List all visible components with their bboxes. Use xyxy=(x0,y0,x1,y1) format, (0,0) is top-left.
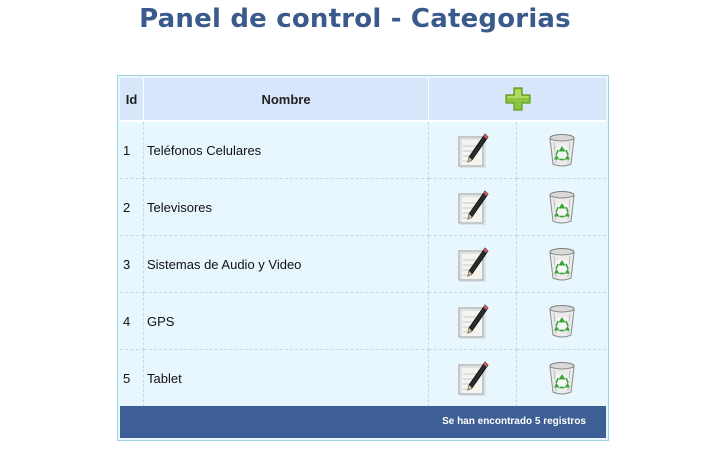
delete-button[interactable] xyxy=(545,303,579,339)
row-name: GPS xyxy=(144,293,429,350)
recycle-bin-icon xyxy=(548,191,575,224)
recycle-bin-icon xyxy=(548,248,575,281)
records-count-footer: Se han encontrado 5 registros xyxy=(120,406,606,438)
row-id: 3 xyxy=(120,236,144,293)
table-row: 4 GPS xyxy=(120,293,606,350)
edit-button[interactable] xyxy=(456,132,490,168)
categories-table: Id Nombre 1 Teléfonos Celulares 2 Televi… xyxy=(120,78,606,407)
recycle-bin-icon xyxy=(548,134,575,167)
edit-pencil-icon xyxy=(458,133,489,168)
row-id: 2 xyxy=(120,179,144,236)
edit-pencil-icon xyxy=(458,361,489,396)
row-id: 4 xyxy=(120,293,144,350)
table-header-row: Id Nombre xyxy=(120,78,606,122)
row-name: Sistemas de Audio y Video xyxy=(144,236,429,293)
add-category-button[interactable] xyxy=(504,87,531,111)
row-name: Televisores xyxy=(144,179,429,236)
recycle-bin-icon xyxy=(548,305,575,338)
row-id: 1 xyxy=(120,122,144,179)
recycle-bin-icon xyxy=(548,362,575,395)
table-row: 1 Teléfonos Celulares xyxy=(120,122,606,179)
delete-button[interactable] xyxy=(545,189,579,225)
edit-button[interactable] xyxy=(456,189,490,225)
edit-pencil-icon xyxy=(458,304,489,339)
row-name: Teléfonos Celulares xyxy=(144,122,429,179)
plus-icon xyxy=(504,87,531,111)
edit-button[interactable] xyxy=(456,303,490,339)
table-row: 5 Tablet xyxy=(120,350,606,407)
delete-button[interactable] xyxy=(545,360,579,396)
table-row: 2 Televisores xyxy=(120,179,606,236)
delete-button[interactable] xyxy=(545,132,579,168)
table-row: 3 Sistemas de Audio y Video xyxy=(120,236,606,293)
page-title: Panel de control - Categorias xyxy=(139,4,571,34)
row-id: 5 xyxy=(120,350,144,407)
column-header-id: Id xyxy=(120,78,144,122)
edit-pencil-icon xyxy=(458,247,489,282)
categories-table-container: Id Nombre 1 Teléfonos Celulares 2 Televi… xyxy=(117,75,609,441)
delete-button[interactable] xyxy=(545,246,579,282)
column-header-actions xyxy=(429,78,606,122)
edit-button[interactable] xyxy=(456,360,490,396)
column-header-name: Nombre xyxy=(144,78,429,122)
edit-button[interactable] xyxy=(456,246,490,282)
row-name: Tablet xyxy=(144,350,429,407)
edit-pencil-icon xyxy=(458,190,489,225)
